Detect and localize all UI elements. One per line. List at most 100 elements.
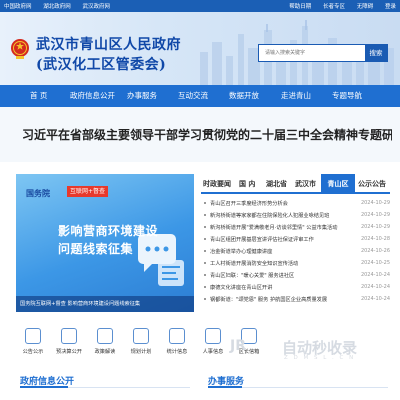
news-title: 青山区妇联："暖心关爱" 服务进社区 [210, 273, 295, 279]
chat-bubble-icon [138, 234, 184, 286]
budget-icon [61, 328, 77, 344]
headline-banner: 习近平在省部级主要领导干部学习贯彻党的二十届三中全会精神专题研讨班开班式上发..… [0, 107, 400, 162]
link-elder-zone[interactable]: 长者专区 [323, 4, 345, 10]
service-label: 公告公示 [22, 349, 44, 355]
service-policy[interactable]: 政策解读 [90, 316, 120, 362]
news-date: 2024-10-24 [360, 284, 390, 290]
bullet-dot [204, 202, 206, 204]
link-wuhan-gov[interactable]: 武汉政府网 [83, 4, 111, 10]
search-box: 搜索 [258, 44, 388, 62]
bullet-dot [204, 298, 206, 300]
news-item[interactable]: 钢都街道："颂党恩" 服务 护航国区企业高质量发展 2024-10-24 [201, 294, 390, 305]
announcement-icon [25, 328, 41, 344]
site-subtitle: (武汉化工区管委会) [36, 57, 167, 73]
nav-home[interactable]: 首 页 [30, 85, 47, 107]
news-title: 新沟桥街道开展"爱满敬老月·访谈邻里情" 公益市集活动 [210, 225, 338, 231]
nav-gov-info[interactable]: 政府信息公开 [70, 85, 115, 107]
national-emblem-icon [11, 39, 29, 59]
service-statistics[interactable]: 统计信息 [162, 316, 192, 362]
nav-services[interactable]: 办事服务 [127, 85, 157, 107]
service-announcements[interactable]: 公告公示 [18, 316, 48, 362]
news-title: 钢都街道："颂党恩" 服务 护航国区企业高质量发展 [210, 297, 328, 303]
banner-line2: 问题线索征集 [58, 242, 134, 256]
bullet-dot [204, 286, 206, 288]
service-planning[interactable]: 规划计划 [126, 316, 156, 362]
news-title: 青山区召开三季度经济形势分析会 [210, 201, 288, 207]
nav-about-qingshan[interactable]: 走进青山 [281, 85, 311, 107]
news-item[interactable]: 康德文化讲座在青山区开讲 2024-10-24 [201, 282, 390, 293]
tab-qingshan[interactable]: 青山区 [321, 174, 355, 194]
service-label: 规划计划 [130, 349, 152, 355]
news-item[interactable]: 工人村街道开展消防安全知识宣传活动 2024-10-25 [201, 258, 390, 269]
banner-caption: 国务院互联网+督查 影响营商环境建设问题线索征集 [16, 296, 194, 312]
service-label: 政策解读 [94, 349, 116, 355]
link-hubei-gov[interactable]: 湖北政府网 [43, 4, 71, 10]
news-date: 2024-10-29 [360, 200, 390, 206]
news-title: 工人村街道开展消防安全知识宣传活动 [210, 261, 299, 267]
policy-icon [97, 328, 113, 344]
news-item[interactable]: 新沟桥街道开展"爱满敬老月·访谈邻里情" 公益市集活动 2024-10-29 [201, 222, 390, 233]
section-underline [20, 386, 68, 388]
bullet-dot [204, 238, 206, 240]
link-help[interactable]: 帮助日期 [289, 4, 311, 10]
news-date: 2024-10-26 [360, 248, 390, 254]
bullet-dot [204, 226, 206, 228]
tab-politics[interactable]: 时政要闻 [203, 174, 231, 194]
search-input[interactable] [259, 45, 367, 61]
nav-open-data[interactable]: 数据开放 [229, 85, 259, 107]
bullet-dot [204, 250, 206, 252]
news-title: 新沟桥街道等家家都在住院保险化人犯服业咏结见班 [210, 213, 330, 219]
site-header: 武汉市青山区人民政府 (武汉化工区管委会) 搜索 [0, 12, 400, 85]
news-date: 2024-10-29 [360, 212, 390, 218]
link-central-gov[interactable]: 中国政府网 [4, 4, 32, 10]
spacer [0, 162, 400, 172]
banner-label: 国务院 [26, 189, 50, 198]
site-title: 武汉市青山区人民政府 [36, 37, 181, 53]
news-item[interactable]: 冶金街道举办心理健康讲座 2024-10-26 [201, 246, 390, 257]
link-accessibility[interactable]: 无障碍 [357, 4, 374, 10]
nav-topics[interactable]: 专题导航 [332, 85, 362, 107]
news-title: 康德文化讲座在青山区开讲 [210, 285, 273, 291]
tab-domestic[interactable]: 国 内 [239, 174, 255, 194]
statistics-icon [169, 328, 185, 344]
service-label: 人事信息 [202, 349, 224, 355]
feature-banner[interactable]: 国务院 互联网+督查 影响营商环境建设 问题线索征集 国务院互联网+督查 影响营… [16, 174, 194, 312]
search-button[interactable]: 搜索 [365, 45, 387, 61]
news-title: 冶金街道举办心理健康讲座 [210, 249, 273, 255]
news-item[interactable]: 新沟桥街道等家家都在住院保险化人犯服业咏结见班 2024-10-29 [201, 210, 390, 221]
service-label: 统计信息 [166, 349, 188, 355]
watermark-logo: JR [230, 338, 246, 354]
bullet-dot [204, 214, 206, 216]
news-date: 2024-10-24 [360, 272, 390, 278]
news-date: 2024-10-24 [360, 296, 390, 302]
bullet-dot [204, 262, 206, 264]
top-links-left: 中国政府网 湖北政府网 武汉政府网 [4, 2, 120, 10]
service-label: 预决算公开 [56, 349, 82, 355]
news-date: 2024-10-28 [360, 236, 390, 242]
news-tabs: 时政要闻 国 内 湖北省 武汉市 青山区 公示公告 [201, 174, 390, 194]
news-item[interactable]: 青山区妇联："暖心关爱" 服务进社区 2024-10-24 [201, 270, 390, 281]
link-login[interactable]: 登录 [385, 4, 396, 10]
headline-link[interactable]: 习近平在省部级主要领导干部学习贯彻党的二十届三中全会精神专题研讨班开班式上发..… [22, 126, 392, 143]
top-links-bar: 中国政府网 湖北政府网 武汉政府网 帮助日期 长者专区 无障碍 登录 [0, 0, 400, 12]
news-title: 青山区组团开展基层宣讲评估社保证评审工作 [210, 237, 314, 243]
tab-hubei[interactable]: 湖北省 [266, 174, 287, 194]
service-personnel[interactable]: 人事信息 [198, 316, 228, 362]
service-budget[interactable]: 预决算公开 [54, 316, 84, 362]
planning-icon [133, 328, 149, 344]
watermark-sub: Z D M S L . C N [284, 355, 356, 361]
nav-interaction[interactable]: 互动交流 [178, 85, 208, 107]
news-date: 2024-10-29 [360, 224, 390, 230]
personnel-icon [205, 328, 221, 344]
watermark: JR 自动秒收录 Z D M S L . C N [230, 334, 390, 364]
tab-notices[interactable]: 公示公告 [358, 174, 386, 194]
news-item[interactable]: 青山区召开三季度经济形势分析会 2024-10-29 [201, 198, 390, 209]
tab-wuhan[interactable]: 武汉市 [295, 174, 316, 194]
bullet-dot [204, 274, 206, 276]
banner-tag: 互联网+督查 [67, 186, 109, 197]
news-date: 2024-10-25 [360, 260, 390, 266]
section-underline [208, 386, 242, 388]
main-nav: 首 页 政府信息公开 办事服务 互动交流 数据开放 走进青山 专题导航 [0, 85, 400, 107]
top-links-right: 帮助日期 长者专区 无障碍 登录 [279, 2, 396, 10]
news-item[interactable]: 青山区组团开展基层宣讲评估社保证评审工作 2024-10-28 [201, 234, 390, 245]
